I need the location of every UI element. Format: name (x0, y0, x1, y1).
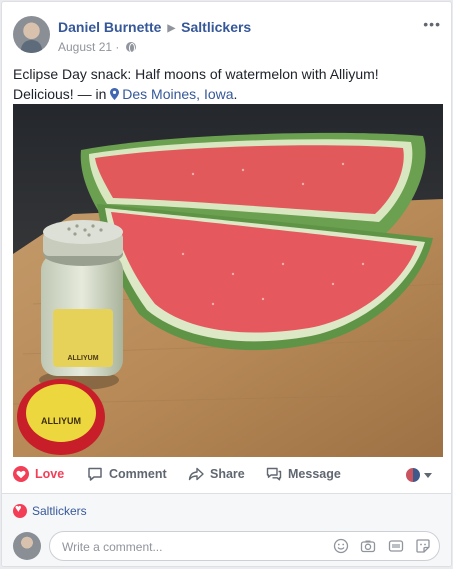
arrow-right-icon: ▶ (167, 23, 176, 34)
message-button[interactable]: Message (266, 466, 341, 486)
watermelon-photo: ALLIYUM ALLIYUM (13, 104, 443, 457)
post-as-selector[interactable] (405, 467, 435, 485)
comment-button[interactable]: Comment (87, 466, 167, 486)
shaker-label: ALLIYUM (67, 355, 98, 362)
share-label: Share (210, 467, 245, 481)
author-avatar[interactable] (13, 16, 50, 53)
message-icon (266, 467, 282, 481)
post-card: Daniel Burnette ▶ Saltlickers August 21 · … (1, 1, 452, 567)
lid-label: ALLIYUM (41, 416, 81, 426)
group-name[interactable]: Saltlickers (181, 19, 251, 35)
gif-icon[interactable] (388, 538, 404, 554)
comment-tools (326, 538, 431, 554)
comment-input[interactable]: Write a comment... (49, 531, 440, 561)
love-reaction-icon (13, 503, 27, 518)
location-pin-icon (110, 88, 120, 100)
more-options-button[interactable]: ••• (423, 16, 441, 32)
comment-placeholder: Write a comment... (62, 540, 163, 554)
post-text: Eclipse Day snack: Half moons of waterme… (13, 64, 443, 104)
post-photo[interactable]: ALLIYUM ALLIYUM (13, 104, 443, 457)
comment-label: Comment (109, 467, 167, 481)
heart-icon (13, 466, 29, 482)
share-button[interactable]: Share (188, 466, 245, 486)
globe-icon (125, 42, 136, 53)
post-header: Daniel Burnette ▶ Saltlickers August 21 · … (13, 16, 443, 56)
post-date[interactable]: August 21 · (58, 40, 123, 54)
post-body-end: . (233, 86, 238, 102)
page-avatar-icon (405, 467, 421, 483)
author-name[interactable]: Daniel Burnette (58, 19, 161, 35)
chevron-down-icon (424, 473, 432, 478)
love-label: Love (35, 467, 65, 481)
reactions-summary[interactable]: Saltlickers (13, 503, 87, 518)
share-icon (188, 467, 204, 481)
message-label: Message (288, 467, 341, 481)
action-bar: Love Comment Share Message (13, 460, 443, 493)
sticker-icon[interactable] (415, 538, 431, 554)
post-meta: August 21 · (58, 40, 136, 54)
emoji-icon[interactable] (333, 538, 349, 554)
location-link[interactable]: Des Moines, Iowa (122, 86, 233, 102)
love-button[interactable]: Love (13, 466, 64, 486)
post-title: Daniel Burnette ▶ Saltlickers (58, 19, 251, 35)
commenter-avatar (13, 532, 41, 560)
post-footer: Saltlickers Write a comment... (2, 493, 451, 566)
comment-icon (88, 467, 102, 481)
reactions-names[interactable]: Saltlickers (32, 504, 87, 518)
camera-icon[interactable] (360, 538, 376, 554)
